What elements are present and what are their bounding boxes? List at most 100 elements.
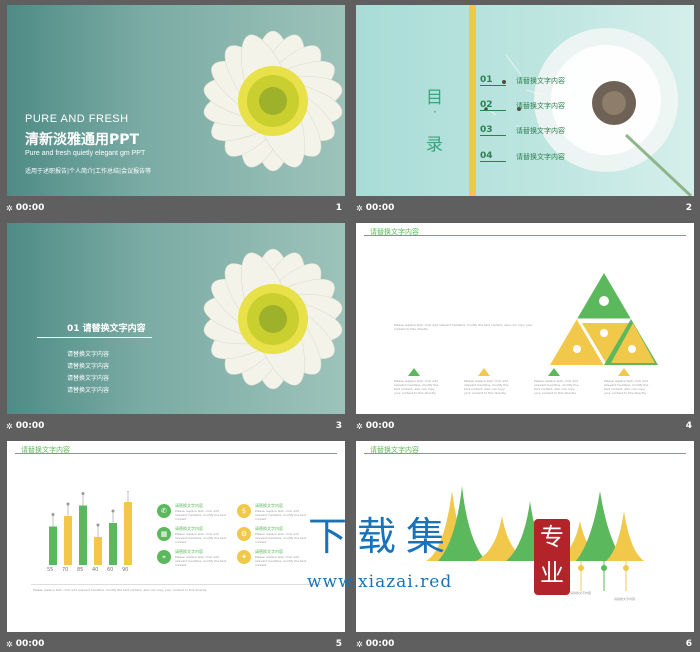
slide-number: 3 xyxy=(335,421,342,431)
daisy-flower-image xyxy=(203,248,343,390)
bar-label: 90 xyxy=(122,567,129,573)
slide-number: 2 xyxy=(685,203,692,213)
peak-caption: 请替换文字内容 xyxy=(570,591,592,595)
slide-thumbnail-5[interactable]: 请替换文字内容 55 70 85 40 60 90 ✆ ▦ ⌖ $ ⚙ ✦ 请替换文字内容… xyxy=(7,441,345,632)
bar-stem-dot xyxy=(66,502,70,506)
slide-thumbnail-3[interactable]: 01 请替换文字内容 请替换文字内容 请替换文字内容 请替换文字内容 请替换文字… xyxy=(7,223,345,414)
section-item: 请替换文字内容 xyxy=(67,351,110,358)
watermark-url: www.xiazai.red xyxy=(307,572,453,592)
bar-label: 85 xyxy=(77,567,84,573)
slide-number: 4 xyxy=(685,421,692,431)
calendar-icon: ▦ xyxy=(157,527,171,541)
footer-text: Please replace text, click add relevant … xyxy=(33,588,208,592)
card-text: Please replace text, click add relevant … xyxy=(255,509,307,521)
thumb-bar-6: ✲ 00:00 6 xyxy=(356,636,694,652)
gear-icon: ⚙ xyxy=(237,527,251,541)
slide-thumbnail-2[interactable]: 目 · 录 01 请替换文字内容 02 请替换文字内容 03 请替换文字内容 04 请替… xyxy=(356,5,694,196)
coin-icon: $ xyxy=(237,504,251,518)
slide-number: 1 xyxy=(335,203,342,213)
bar-stem-dot xyxy=(81,492,85,495)
section-item: 请替换文字内容 xyxy=(67,387,110,394)
slide-timing: 00:00 xyxy=(15,421,45,431)
bar-90 xyxy=(124,502,132,565)
bar-70 xyxy=(64,516,72,565)
toc-label: 请替换文字内容 xyxy=(516,126,565,135)
section-heading: 01 请替换文字内容 xyxy=(67,324,146,334)
card-6: 请替换文字内容 Please replace text, click add r… xyxy=(255,549,310,567)
bar-label: 60 xyxy=(107,567,114,573)
point-text-3: Please replace text, click add relevant … xyxy=(534,379,579,395)
bar-chart-labels: 55 70 85 40 60 90 xyxy=(41,567,151,575)
card-text: Please replace text, click add relevant … xyxy=(255,555,307,567)
toc-item-4: 04 请替换文字内容 xyxy=(480,151,565,162)
slide-timing: 00:00 xyxy=(365,639,395,649)
thumb-bar-2: ✲ 00:00 2 xyxy=(356,200,694,216)
slide-timing: 00:00 xyxy=(365,203,395,213)
thumb-bar-1: ✲ 00:00 1 xyxy=(6,200,344,216)
card-4: 请替换文字内容 Please replace text, click add r… xyxy=(255,503,310,521)
peak-caption: 请替换文字内容 xyxy=(614,597,636,601)
card-1: 请替换文字内容 Please replace text, click add r… xyxy=(175,503,230,521)
slide1-title-english: PURE AND FRESH xyxy=(25,113,129,125)
card-text: Please replace text, click add relevant … xyxy=(175,555,227,567)
transition-star-icon: ✲ xyxy=(356,203,363,213)
location-icon: ⌖ xyxy=(157,550,171,564)
slide-number: 6 xyxy=(685,639,692,649)
toc-title-char-2: 录 xyxy=(426,135,443,155)
toc-label: 请替换文字内容 xyxy=(516,76,565,85)
section-heading-underline xyxy=(37,337,152,338)
toc-label: 请替换文字内容 xyxy=(516,152,565,161)
section-item: 请替换文字内容 xyxy=(67,363,110,370)
bar-label: 70 xyxy=(62,567,69,573)
card-2: 请替换文字内容 Please replace text, click add r… xyxy=(175,526,230,544)
bar-stem-dot xyxy=(51,513,55,516)
slide-number: 5 xyxy=(335,639,342,649)
toc-item-1: 01 请替换文字内容 xyxy=(480,75,565,86)
phone-icon: ✆ xyxy=(157,504,171,518)
toc-number: 02 xyxy=(480,100,506,111)
bar-stem-dot xyxy=(96,523,100,527)
slide1-title-chinese: 清新淡雅通用PPT xyxy=(25,132,140,148)
thumb-bar-5: ✲ 00:00 5 xyxy=(6,636,344,652)
footer-divider xyxy=(31,584,321,585)
bar-85 xyxy=(79,505,87,565)
toc-number: 04 xyxy=(480,151,506,162)
section-item: 请替换文字内容 xyxy=(67,375,110,382)
transition-star-icon: ✲ xyxy=(6,639,13,649)
watermark-stamp: 专业 xyxy=(534,519,570,595)
point-text-2: Please replace text, click add relevant … xyxy=(464,379,509,395)
slide-thumbnail-4[interactable]: 请替换文字内容 Please replace text, click add r… xyxy=(356,223,694,414)
slide-timing: 00:00 xyxy=(15,639,45,649)
slide1-subtitle: Pure and fresh quietly elegant gm PPT xyxy=(25,150,146,157)
card-text: Please replace text, click add relevant … xyxy=(175,509,227,521)
toc-item-2: 02 请替换文字内容 xyxy=(480,100,565,111)
toc-number: 03 xyxy=(480,125,506,136)
thumb-bar-3: ✲ 00:00 3 xyxy=(6,418,344,434)
bar-stem-dot xyxy=(111,509,115,513)
slide-timing: 00:00 xyxy=(365,421,395,431)
slide1-tagline: 适用于述职报告|个人简介|工作总结|会议报告等 xyxy=(25,168,152,175)
bar-label: 55 xyxy=(47,567,54,573)
bar-stem-dot xyxy=(126,491,130,492)
bar-label: 40 xyxy=(92,567,99,573)
toc-divider-bar xyxy=(469,5,476,196)
transition-star-icon: ✲ xyxy=(356,421,363,431)
slide-timing: 00:00 xyxy=(15,203,45,213)
transition-star-icon: ✲ xyxy=(6,203,13,213)
card-text: Please replace text, click add relevant … xyxy=(175,532,227,544)
point-text-4: Please replace text, click add relevant … xyxy=(604,379,649,395)
toc-number: 01 xyxy=(480,75,506,86)
toc-label: 请替换文字内容 xyxy=(516,101,565,110)
bar-40 xyxy=(94,537,102,565)
transition-star-icon: ✲ xyxy=(356,639,363,649)
bar-60 xyxy=(109,523,117,565)
slide-thumbnail-1[interactable]: PURE AND FRESH 清新淡雅通用PPT Pure and fresh … xyxy=(7,5,345,196)
point-text-1: Please replace text, click add relevant … xyxy=(394,379,439,395)
card-3: 请替换文字内容 Please replace text, click add r… xyxy=(175,549,230,567)
toc-title-dot: · xyxy=(433,105,437,119)
bulb-icon: ✦ xyxy=(237,550,251,564)
card-5: 请替换文字内容 Please replace text, click add r… xyxy=(255,526,310,544)
header-divider xyxy=(15,453,337,454)
transition-star-icon: ✲ xyxy=(6,421,13,431)
thumb-bar-4: ✲ 00:00 4 xyxy=(356,418,694,434)
